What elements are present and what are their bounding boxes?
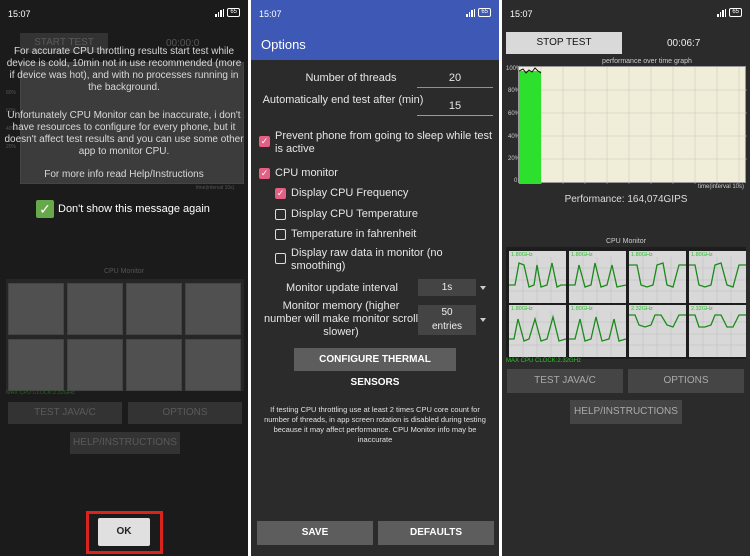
signal-icon bbox=[215, 8, 225, 17]
cpu-core-graph: 2.32GHz bbox=[629, 305, 686, 357]
update-interval-label: Monitor update interval bbox=[286, 282, 398, 294]
cpu-monitor-title: CPU Monitor bbox=[103, 268, 145, 275]
cpu-core-graph bbox=[185, 339, 241, 391]
performance-readout: Performance: 164,074GIPS bbox=[564, 194, 688, 205]
display-temp-checkbox[interactable] bbox=[275, 209, 286, 220]
signal-icon bbox=[717, 8, 727, 17]
cpu-monitor-grid: 1.80GHz 1.80GHz 1.80GHz 1.80GHz 1.80GHz … bbox=[506, 247, 746, 359]
battery-icon: 65 bbox=[729, 8, 742, 17]
options-note: If testing CPU throttling use at least 2… bbox=[264, 405, 486, 444]
chevron-down-icon[interactable] bbox=[480, 318, 486, 322]
performance-graph bbox=[518, 66, 747, 184]
max-cpu-clock: MAX CPU CLOCK:2.32GHz bbox=[506, 358, 582, 364]
status-bar: 15:07 65 bbox=[0, 0, 248, 24]
help-instructions-button: HELP/INSTRUCTIONS bbox=[70, 432, 180, 454]
dont-show-again-label[interactable]: Don't show this message again bbox=[58, 203, 210, 215]
prevent-sleep-checkbox[interactable]: ✓ bbox=[259, 136, 270, 147]
status-icons: 65 bbox=[466, 8, 491, 17]
status-icons: 65 bbox=[215, 8, 240, 17]
signal-icon bbox=[466, 8, 476, 17]
options-button: OPTIONS bbox=[128, 402, 242, 424]
defaults-button[interactable]: DEFAULTS bbox=[378, 521, 494, 545]
status-bar: 15:07 65 bbox=[251, 0, 499, 24]
cpu-core-graph bbox=[126, 339, 182, 391]
chevron-down-icon[interactable] bbox=[480, 286, 486, 290]
cpu-core-graph bbox=[8, 283, 64, 335]
cpu-core-graph: 1.80GHz bbox=[509, 251, 566, 303]
save-button[interactable]: SAVE bbox=[257, 521, 373, 545]
graph-title: performance over time graph bbox=[602, 58, 692, 65]
display-freq-label[interactable]: Display CPU Frequency bbox=[291, 187, 408, 200]
options-button[interactable]: OPTIONS bbox=[628, 369, 744, 393]
options-title: Options bbox=[251, 24, 499, 60]
cpu-core-graph bbox=[126, 283, 182, 335]
cpu-monitor-checkbox[interactable]: ✓ bbox=[259, 168, 270, 179]
fahrenheit-label[interactable]: Temperature in fahrenheit bbox=[291, 228, 416, 241]
cpu-core-graph bbox=[185, 283, 241, 335]
autoend-input-underline bbox=[417, 115, 493, 116]
cpu-core-graph: 1.80GHz bbox=[689, 251, 746, 303]
graph-x-label: time(interval 10s) bbox=[698, 184, 745, 190]
monitor-memory-select[interactable]: 50 entries bbox=[418, 305, 476, 335]
dialog-paragraph-1: For accurate CPU throttling results star… bbox=[6, 46, 242, 93]
threads-label: Number of threads bbox=[305, 72, 397, 84]
raw-data-checkbox[interactable] bbox=[275, 253, 286, 264]
test-java-button[interactable]: TEST JAVA/C bbox=[507, 369, 623, 393]
status-time: 15:07 bbox=[259, 9, 282, 19]
dialog-paragraph-2: Unfortunately CPU Monitor can be inaccur… bbox=[4, 110, 244, 157]
cpu-core-graph: 1.80GHz bbox=[509, 305, 566, 357]
screen-warning-dialog: 15:07 65 START TEST 00:00:0 80% 60% 40% … bbox=[0, 0, 248, 556]
prevent-sleep-label[interactable]: Prevent phone from going to sleep while … bbox=[275, 130, 495, 156]
cpu-core-graph: 1.80GHz bbox=[569, 251, 626, 303]
threads-input[interactable]: 20 bbox=[417, 72, 493, 84]
status-time: 15:07 bbox=[510, 9, 533, 19]
status-time: 15:07 bbox=[8, 9, 31, 19]
display-freq-checkbox[interactable]: ✓ bbox=[275, 188, 286, 199]
test-timer: 00:06:7 bbox=[667, 38, 701, 49]
cpu-core-graph: 1.80GHz bbox=[569, 305, 626, 357]
monitor-memory-label: Monitor memory (higher number will make … bbox=[263, 300, 419, 338]
cpu-core-graph bbox=[67, 339, 123, 391]
cpu-core-graph bbox=[8, 339, 64, 391]
graph-y-label: 0 bbox=[514, 178, 518, 184]
display-temp-label[interactable]: Display CPU Temperature bbox=[291, 208, 418, 221]
graph-x-label: time(interval 10s) bbox=[196, 185, 235, 191]
stop-test-button[interactable]: STOP TEST bbox=[506, 32, 622, 54]
monitor-memory-unit: entries bbox=[431, 321, 462, 332]
autoend-label: Automatically end test after (min) bbox=[262, 94, 424, 106]
screen-options: 15:07 65 Options Number of threads 20 Au… bbox=[251, 0, 499, 556]
configure-thermal-sensors-button[interactable]: CONFIGURE THERMAL SENSORS bbox=[294, 348, 456, 388]
cpu-core-graph bbox=[67, 283, 123, 335]
fahrenheit-checkbox[interactable] bbox=[275, 229, 286, 240]
cpu-monitor-label[interactable]: CPU monitor bbox=[275, 167, 338, 180]
battery-icon: 65 bbox=[478, 8, 491, 17]
help-instructions-button[interactable]: HELP/INSTRUCTIONS bbox=[570, 400, 682, 424]
ok-button[interactable]: OK bbox=[98, 518, 150, 546]
autoend-input[interactable]: 15 bbox=[417, 100, 493, 112]
monitor-memory-value: 50 bbox=[441, 307, 453, 318]
status-icons: 65 bbox=[717, 8, 742, 17]
battery-icon: 65 bbox=[227, 8, 240, 17]
dont-show-again-checkbox[interactable]: ✓ bbox=[36, 200, 54, 218]
screen-test-running: 15:07 65 STOP TEST 00:06:7 performance o… bbox=[502, 0, 750, 556]
dialog-paragraph-3: For more info read Help/Instructions bbox=[44, 169, 204, 180]
cpu-monitor-title: CPU Monitor bbox=[605, 238, 647, 245]
status-bar: 15:07 65 bbox=[502, 0, 750, 24]
cpu-core-graph: 2.32GHz bbox=[689, 305, 746, 357]
test-java-button: TEST JAVA/C bbox=[8, 402, 122, 424]
cpu-core-graph: 1.80GHz bbox=[629, 251, 686, 303]
performance-graph-plot bbox=[518, 67, 747, 184]
max-cpu-clock: MAX CPU CLOCK:2.32GHz bbox=[6, 390, 75, 396]
threads-input-underline bbox=[417, 87, 493, 88]
update-interval-select[interactable]: 1s bbox=[418, 279, 476, 296]
cpu-monitor-grid bbox=[6, 279, 244, 391]
raw-data-label[interactable]: Display raw data in monitor (no smoothin… bbox=[291, 247, 491, 273]
